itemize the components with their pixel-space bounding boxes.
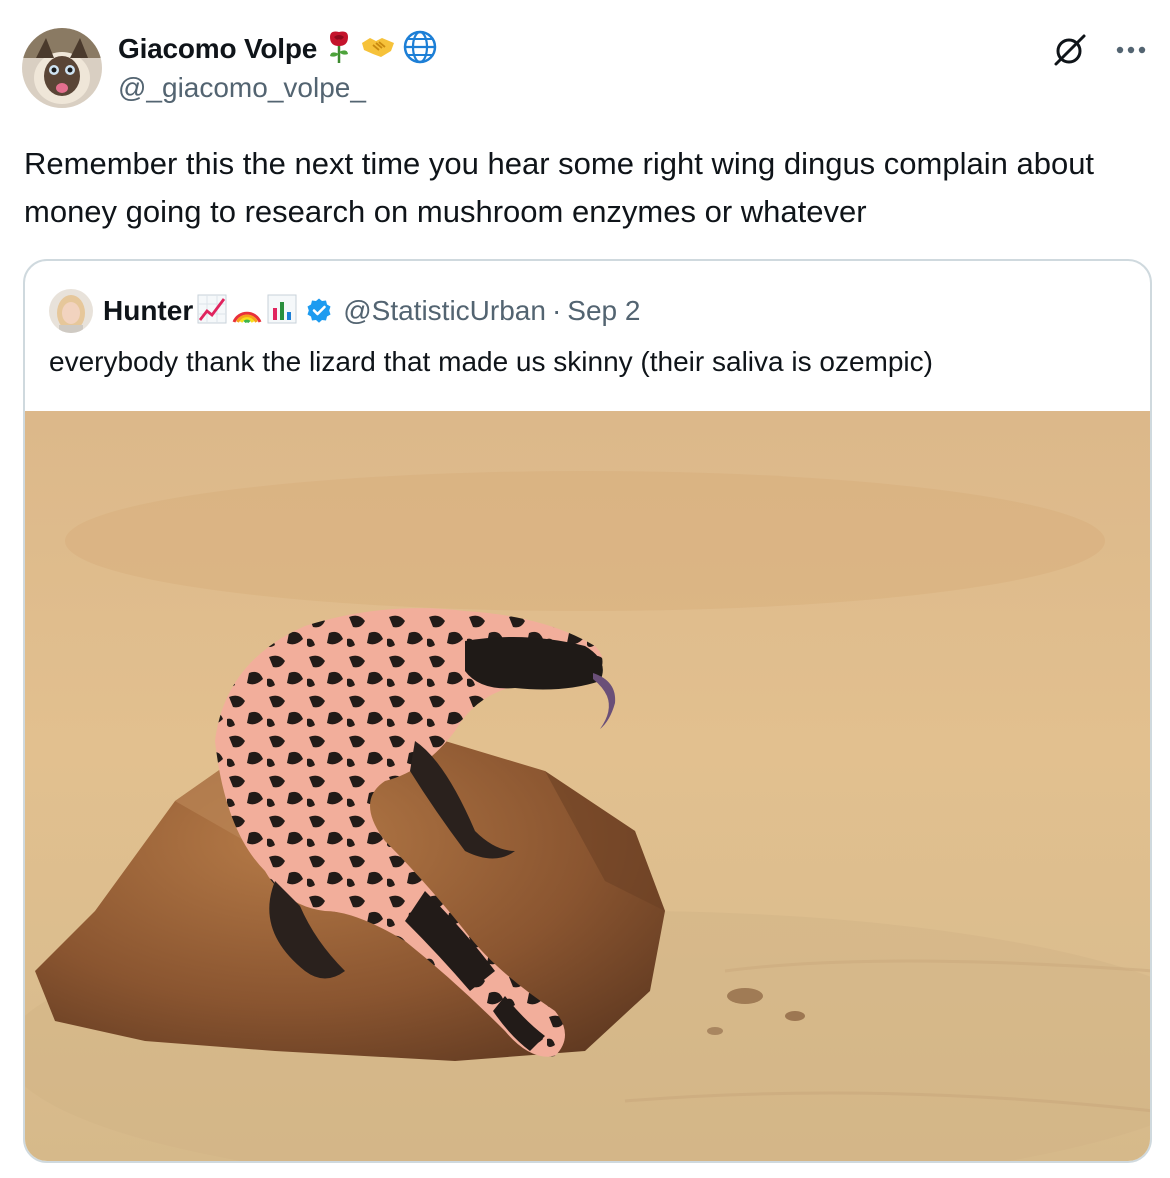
rose-icon [325, 30, 353, 69]
more-icon[interactable] [1116, 45, 1146, 55]
separator-dot: · [551, 295, 562, 326]
tweet: Giacomo Volpe @_giacomo_volpe_ Remember … [0, 0, 1170, 1178]
quoted-tweet-header: Hunter @StatisticUrban · Sep 2 [49, 289, 640, 333]
quoted-author-display-name[interactable]: Hunter [103, 295, 193, 327]
bar-chart-icon [267, 294, 297, 329]
grok-icon[interactable] [1050, 30, 1090, 70]
tweet-text: Remember this the next time you hear som… [24, 146, 1095, 229]
handshake-icon [361, 35, 395, 64]
quoted-author-avatar[interactable] [49, 289, 93, 333]
author-info: Giacomo Volpe @_giacomo_volpe_ [118, 30, 437, 104]
quoted-tweet[interactable]: Hunter @StatisticUrban · Sep 2 everybody… [23, 259, 1152, 1163]
quoted-tweet-text: everybody thank the lizard that made us … [49, 346, 933, 377]
author-avatar[interactable] [22, 28, 102, 108]
quoted-tweet-photo[interactable] [25, 411, 1150, 1161]
quoted-tweet-date[interactable]: Sep 2 [567, 295, 640, 327]
verified-badge-icon[interactable] [305, 297, 333, 325]
globe-icon [403, 30, 437, 69]
author-display-name[interactable]: Giacomo Volpe [118, 33, 317, 65]
rainbow-icon [231, 294, 263, 329]
chart-increasing-icon [197, 294, 227, 329]
quoted-author-handle[interactable]: @StatisticUrban [343, 295, 546, 327]
tweet-top-actions [1050, 30, 1146, 70]
author-handle[interactable]: @_giacomo_volpe_ [118, 72, 437, 104]
